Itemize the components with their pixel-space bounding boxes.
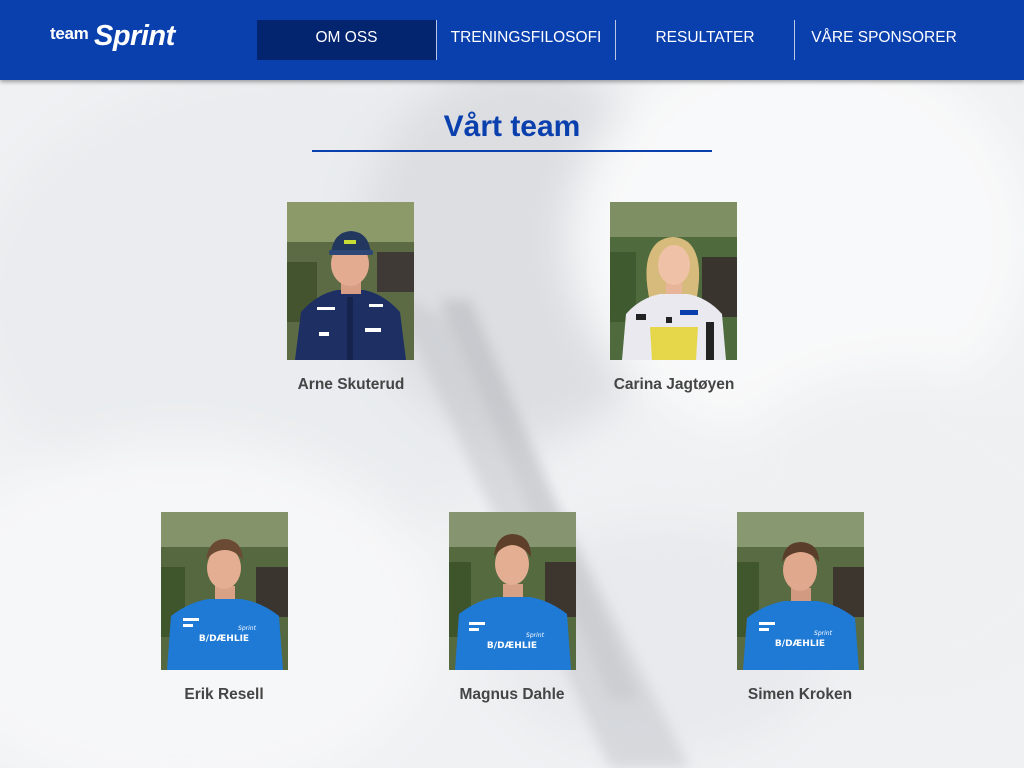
member-photo (610, 202, 737, 360)
jersey-team-text: Sprint (814, 630, 833, 637)
member-photo: B/DÆHLIE Sprint (737, 512, 864, 670)
nav-item-resultater[interactable]: RESULTATER (616, 20, 794, 60)
jersey-brand-text: B/DÆHLIE (199, 634, 249, 644)
member-name: Erik Resell (184, 686, 264, 703)
nav-item-treningsfilosofi[interactable]: TRENINGSFILOSOFI (437, 20, 615, 60)
title-underline (312, 150, 712, 152)
member-name: Carina Jagtøyen (613, 376, 735, 393)
member-name: Simen Kroken (747, 686, 853, 703)
member-name: Magnus Dahle (459, 686, 565, 703)
page-title: Vårt team (443, 110, 581, 143)
member-photo (287, 202, 414, 360)
site-header: team Sprint OM OSS TRENINGSFILOSOFI RESU… (0, 0, 1024, 80)
logo-team-text: team (50, 24, 89, 43)
jersey-team-text: Sprint (238, 625, 257, 632)
member-name: Arne Skuterud (297, 376, 405, 393)
nav-item-vare-sponsorer[interactable]: VÅRE SPONSORER (795, 20, 973, 60)
member-photo: B/DÆHLIE Sprint (449, 512, 576, 670)
logo-sprint-text: Sprint (94, 20, 175, 52)
nav-item-om-oss[interactable]: OM OSS (257, 20, 436, 60)
jersey-brand-text: B/DÆHLIE (487, 641, 537, 651)
jersey-team-text: Sprint (526, 632, 545, 639)
jersey-brand-text: B/DÆHLIE (775, 639, 825, 649)
member-photo: B/DÆHLIE Sprint (161, 512, 288, 670)
